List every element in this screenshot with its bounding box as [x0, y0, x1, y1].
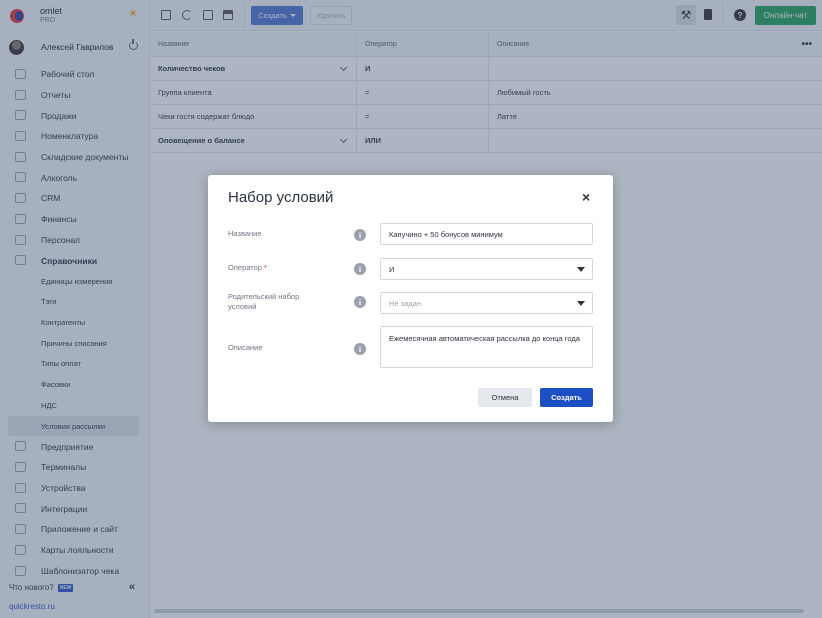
- operator-label: Оператор *: [228, 263, 267, 272]
- submit-create-button[interactable]: Создать: [540, 388, 593, 407]
- close-icon[interactable]: ×: [582, 190, 590, 204]
- dialog-title: Набор условий: [228, 189, 334, 206]
- name-label: Название: [228, 229, 262, 238]
- info-icon[interactable]: i: [354, 296, 366, 308]
- name-field[interactable]: Капучино + 50 бонусов минимум: [380, 223, 593, 245]
- description-label: Описание: [228, 343, 263, 352]
- parent-set-select[interactable]: Не задан: [380, 292, 593, 314]
- required-mark: *: [264, 263, 267, 272]
- dropdown-arrow-icon: [577, 267, 585, 272]
- dropdown-arrow-icon: [577, 301, 585, 306]
- info-icon[interactable]: i: [354, 263, 366, 275]
- info-icon[interactable]: i: [354, 229, 366, 241]
- description-field[interactable]: Ежемесячная автоматическая рассылка до к…: [380, 326, 593, 368]
- condition-set-dialog: Набор условий × Название i Капучино + 50…: [208, 175, 613, 422]
- cancel-button[interactable]: Отмена: [478, 388, 532, 407]
- parent-set-label: Родительский набор условий: [228, 292, 300, 311]
- info-icon[interactable]: i: [354, 343, 366, 355]
- operator-select[interactable]: И: [380, 258, 593, 280]
